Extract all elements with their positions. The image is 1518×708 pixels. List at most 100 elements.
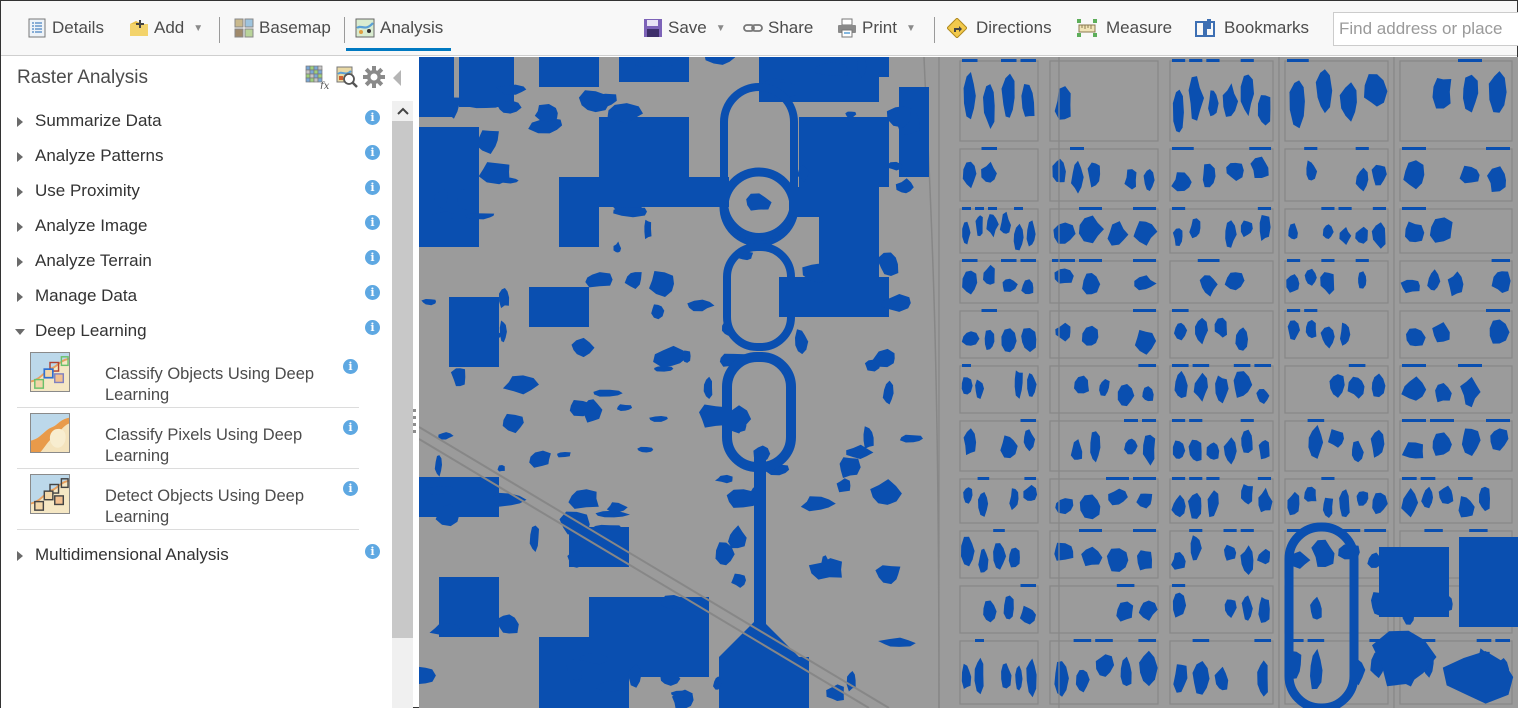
category-use-proximity[interactable]: Use Proximity i	[15, 179, 385, 207]
parcel-outline	[959, 208, 1039, 254]
analysis-label: Analysis	[380, 18, 444, 37]
info-icon[interactable]: i	[365, 180, 380, 195]
add-button[interactable]: Add ▼	[129, 11, 203, 45]
search-address-input[interactable]	[1333, 12, 1518, 46]
bookmarks-button[interactable]: Bookmarks	[1195, 11, 1309, 45]
building-footprint	[1356, 491, 1369, 506]
map-view[interactable]	[419, 57, 1518, 708]
print-button[interactable]: Print ▼	[837, 11, 916, 45]
panel-resize-handle[interactable]	[413, 409, 416, 433]
street-edge-noise	[1052, 259, 1075, 262]
building-footprint	[962, 270, 978, 295]
building-footprint	[1403, 160, 1425, 190]
street-edge-noise	[1020, 419, 1036, 422]
building-footprint	[1435, 383, 1452, 403]
details-button[interactable]: Details	[27, 11, 104, 45]
building-footprint	[1315, 69, 1333, 114]
building-footprint	[1240, 545, 1254, 575]
building-footprint	[1173, 664, 1188, 693]
tool-label: Classify Pixels Using Deep Learning	[105, 426, 303, 465]
share-label: Share	[768, 18, 814, 37]
tool-detect-objects[interactable]: Detect Objects Using Deep Learning i	[17, 469, 359, 530]
building-footprint	[981, 161, 997, 183]
scroll-up-button[interactable]	[392, 101, 413, 121]
building-footprint	[459, 57, 514, 107]
scroll-thumb[interactable]	[392, 121, 413, 638]
category-analyze-image[interactable]: Analyze Image i	[15, 214, 385, 242]
building-footprint	[800, 496, 836, 512]
category-multidimensional-analysis[interactable]: Multidimensional Analysis i	[15, 543, 385, 571]
building-footprint	[961, 663, 972, 689]
building-footprint	[619, 57, 689, 82]
panel-scrollbar[interactable]	[392, 101, 413, 708]
building-footprint	[1287, 491, 1300, 516]
info-icon[interactable]: i	[343, 420, 358, 435]
raster-function-editor-icon[interactable]: fx	[305, 65, 331, 89]
category-label: Analyze Terrain	[35, 251, 152, 270]
building-footprint	[419, 477, 499, 517]
street-edge-noise	[1402, 207, 1426, 210]
tool-classify-pixels[interactable]: Classify Pixels Using Deep Learning i	[17, 408, 359, 469]
collapse-panel-arrow-icon[interactable]	[393, 70, 401, 86]
building-footprint	[557, 452, 571, 458]
building-footprint	[1240, 220, 1253, 238]
category-label: Analyze Patterns	[35, 146, 164, 165]
info-icon[interactable]: i	[343, 359, 358, 374]
building-footprint	[1459, 165, 1480, 184]
info-icon[interactable]: i	[365, 250, 380, 265]
parcel-outline	[959, 365, 1039, 414]
measure-button[interactable]: Measure	[1077, 11, 1172, 45]
street-edge-noise	[1364, 529, 1386, 532]
settings-gear-icon[interactable]	[363, 66, 385, 88]
tool-classify-objects[interactable]: Classify Objects Using Deep Learning i	[17, 347, 359, 408]
category-summarize-data[interactable]: Summarize Data i	[15, 109, 385, 137]
building-footprint	[1372, 492, 1388, 515]
building-footprint	[419, 666, 436, 685]
basemap-button[interactable]: Basemap	[234, 11, 331, 45]
building-footprint	[1241, 595, 1253, 621]
building-footprint	[1008, 547, 1020, 568]
building-footprint	[1171, 494, 1186, 518]
toolbar-divider	[934, 17, 935, 43]
basemap-gallery-icon	[234, 18, 254, 38]
info-icon[interactable]: i	[365, 145, 380, 160]
street-edge-noise	[1402, 477, 1417, 480]
building-footprint	[975, 215, 983, 237]
building-footprint	[704, 57, 736, 65]
directions-button[interactable]: Directions	[947, 11, 1052, 45]
street-edge-noise	[1070, 147, 1084, 150]
category-analyze-terrain[interactable]: Analyze Terrain i	[15, 249, 385, 277]
info-icon[interactable]: i	[365, 215, 380, 230]
raster-preview-icon[interactable]	[336, 66, 358, 88]
parcel-outline	[1284, 310, 1389, 359]
building-footprint	[1090, 431, 1101, 463]
building-footprint	[438, 432, 454, 440]
building-footprint	[499, 320, 507, 343]
parcel-outline	[1169, 260, 1274, 304]
analysis-button[interactable]: Analysis	[355, 11, 443, 45]
info-icon[interactable]: i	[365, 110, 380, 125]
building-footprint	[624, 272, 642, 289]
building-footprint	[779, 277, 889, 317]
building-footprint	[1257, 660, 1268, 697]
street-edge-noise	[1486, 419, 1510, 422]
building-footprint	[1288, 223, 1298, 240]
category-label: Manage Data	[35, 286, 138, 305]
info-icon[interactable]: i	[365, 544, 380, 559]
info-icon[interactable]: i	[343, 481, 358, 496]
info-icon[interactable]: i	[365, 285, 380, 300]
building-footprint	[1488, 71, 1507, 113]
building-footprint	[1401, 488, 1419, 518]
building-footprint	[1432, 322, 1450, 343]
category-manage-data[interactable]: Manage Data i	[15, 284, 385, 312]
category-analyze-patterns[interactable]: Analyze Patterns i	[15, 144, 385, 172]
street-edge-noise	[975, 207, 984, 210]
street-edge-noise	[1192, 639, 1210, 642]
street-edge-noise	[1001, 59, 1017, 62]
directions-sign-icon	[947, 18, 967, 38]
category-deep-learning[interactable]: Deep Learning i	[15, 319, 385, 347]
building-footprint	[1310, 648, 1323, 690]
info-icon[interactable]: i	[365, 320, 380, 335]
save-button[interactable]: Save ▼	[643, 11, 726, 45]
share-button[interactable]: Share	[743, 11, 813, 45]
